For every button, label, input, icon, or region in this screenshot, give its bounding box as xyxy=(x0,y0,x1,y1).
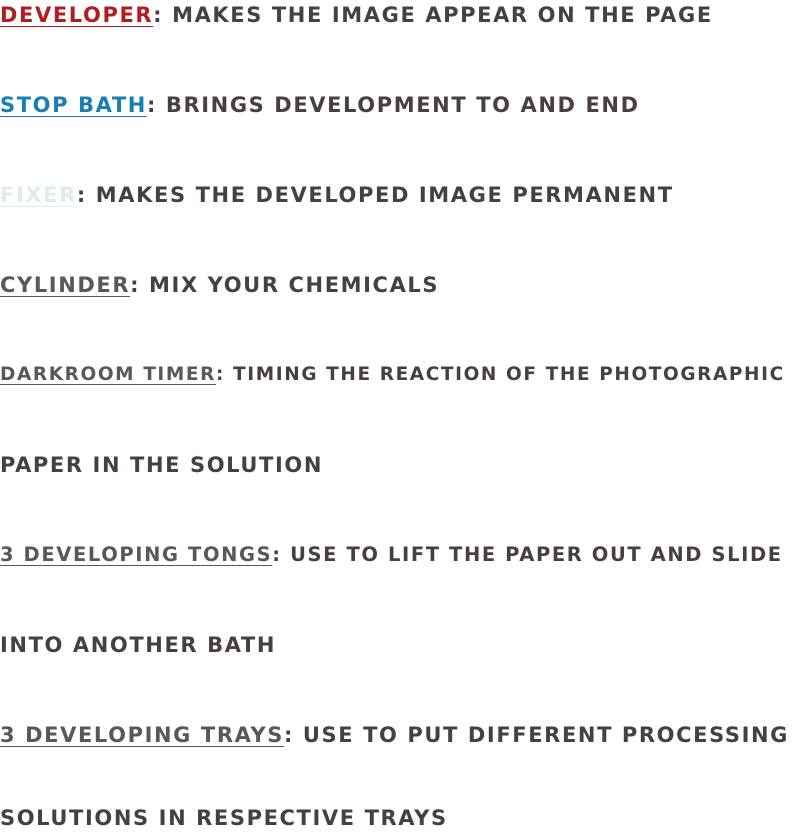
list-item-darkroom-timer: DARKROOM TIMER: TIMING THE REACTION OF T… xyxy=(0,360,785,390)
darkroom-timer-description-continued: PAPER IN THE SOLUTION xyxy=(0,450,323,480)
fixer-link[interactable]: FIXER xyxy=(0,183,77,207)
list-item-fixer: FIXER: MAKES THE DEVELOPED IMAGE PERMANE… xyxy=(0,180,674,210)
developing-tongs-description-continued: INTO ANOTHER BATH xyxy=(0,630,276,660)
separator: : xyxy=(146,93,157,117)
cylinder-description: MIX YOUR CHEMICALS xyxy=(140,273,440,297)
separator: : xyxy=(130,273,141,297)
list-item-developing-tongs: 3 DEVELOPING TONGS: USE TO LIFT THE PAPE… xyxy=(0,540,783,570)
continued-text: PAPER IN THE SOLUTION xyxy=(0,453,324,477)
list-item-stop-bath: STOP BATH: BRINGS DEVELOPMENT TO AND END xyxy=(0,90,640,120)
stop-bath-link[interactable]: STOP BATH xyxy=(0,93,147,117)
developer-link[interactable]: DEVELOPER xyxy=(0,3,153,27)
separator: : xyxy=(216,364,225,385)
developing-tongs-description: USE TO LIFT THE PAPER OUT AND SLIDE xyxy=(281,543,783,566)
continued-text: INTO ANOTHER BATH xyxy=(0,633,277,657)
darkroom-timer-description: TIMING THE REACTION OF THE PHOTOGRAPHIC xyxy=(225,364,785,385)
separator: : xyxy=(76,183,87,207)
separator: : xyxy=(283,723,294,747)
cylinder-link[interactable]: CYLINDER xyxy=(0,273,130,297)
list-item-cylinder: CYLINDER: MIX YOUR CHEMICALS xyxy=(0,270,439,300)
developer-description: MAKES THE IMAGE APPEAR ON THE PAGE xyxy=(163,3,713,27)
developing-trays-link[interactable]: 3 DEVELOPING TRAYS xyxy=(0,723,284,747)
stop-bath-description: BRINGS DEVELOPMENT TO AND END xyxy=(156,93,640,117)
darkroom-timer-link[interactable]: DARKROOM TIMER xyxy=(0,364,216,385)
continued-text: SOLUTIONS IN RESPECTIVE TRAYS xyxy=(0,806,448,830)
developing-tongs-link[interactable]: 3 DEVELOPING TONGS xyxy=(0,543,272,566)
list-item-developing-trays: 3 DEVELOPING TRAYS: USE TO PUT DIFFERENT… xyxy=(0,720,789,750)
fixer-description: MAKES THE DEVELOPED IMAGE PERMANENT xyxy=(86,183,674,207)
separator: : xyxy=(272,543,282,566)
list-item-developer: DEVELOPER: MAKES THE IMAGE APPEAR ON THE… xyxy=(0,0,713,30)
separator: : xyxy=(153,3,164,27)
developing-trays-description: USE TO PUT DIFFERENT PROCESSING xyxy=(293,723,790,747)
developing-trays-description-continued: SOLUTIONS IN RESPECTIVE TRAYS xyxy=(0,803,448,833)
